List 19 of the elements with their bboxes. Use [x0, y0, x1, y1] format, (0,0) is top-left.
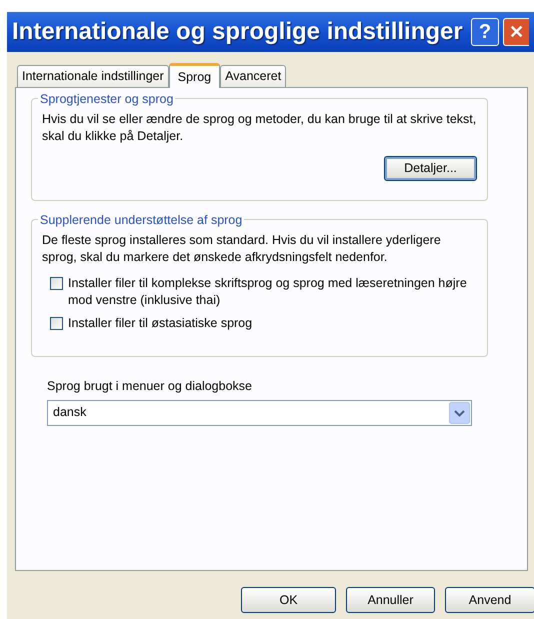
checkbox[interactable]	[50, 277, 63, 290]
help-button[interactable]: ?	[471, 18, 499, 46]
window-title: Internationale og sproglige indstillinger	[12, 17, 464, 47]
language-dropdown[interactable]: dansk	[47, 400, 472, 426]
dialog-button[interactable]: Anvend	[445, 587, 534, 613]
description-text: De fleste sprog installeres som standard. Hvis du vil installere yderligere sprog, skal du markere det ønskede afkrydsningsfelt nedenfor.	[42, 232, 442, 266]
dropdown-value: dansk	[52, 404, 88, 422]
details-button[interactable]: Detaljer...	[384, 156, 477, 181]
dialog-button[interactable]: Annuller	[346, 587, 435, 613]
field-label: Sprog brugt i menuer og dialogbokse	[47, 378, 253, 395]
dialog-button[interactable]: OK	[241, 587, 336, 613]
tab[interactable]: Avanceret	[220, 65, 286, 87]
checkbox-label[interactable]: Installer filer til komplekse skriftsprog og sprog med læseretningen højre mod venstre (inklusive thai)	[68, 275, 477, 309]
checkbox-label[interactable]: Installer filer til østasiatiske sprog	[68, 315, 252, 332]
description-text: Hvis du vil se eller ændre de sprog og metoder, du kan bruge til at skrive tekst, skal du klikke på Detaljer.	[42, 111, 477, 145]
tab[interactable]: Sprog	[168, 63, 220, 88]
tab[interactable]: Internationale indstillinger	[17, 65, 169, 87]
close-button[interactable]: ✕	[503, 18, 529, 46]
checkbox[interactable]	[50, 317, 63, 330]
